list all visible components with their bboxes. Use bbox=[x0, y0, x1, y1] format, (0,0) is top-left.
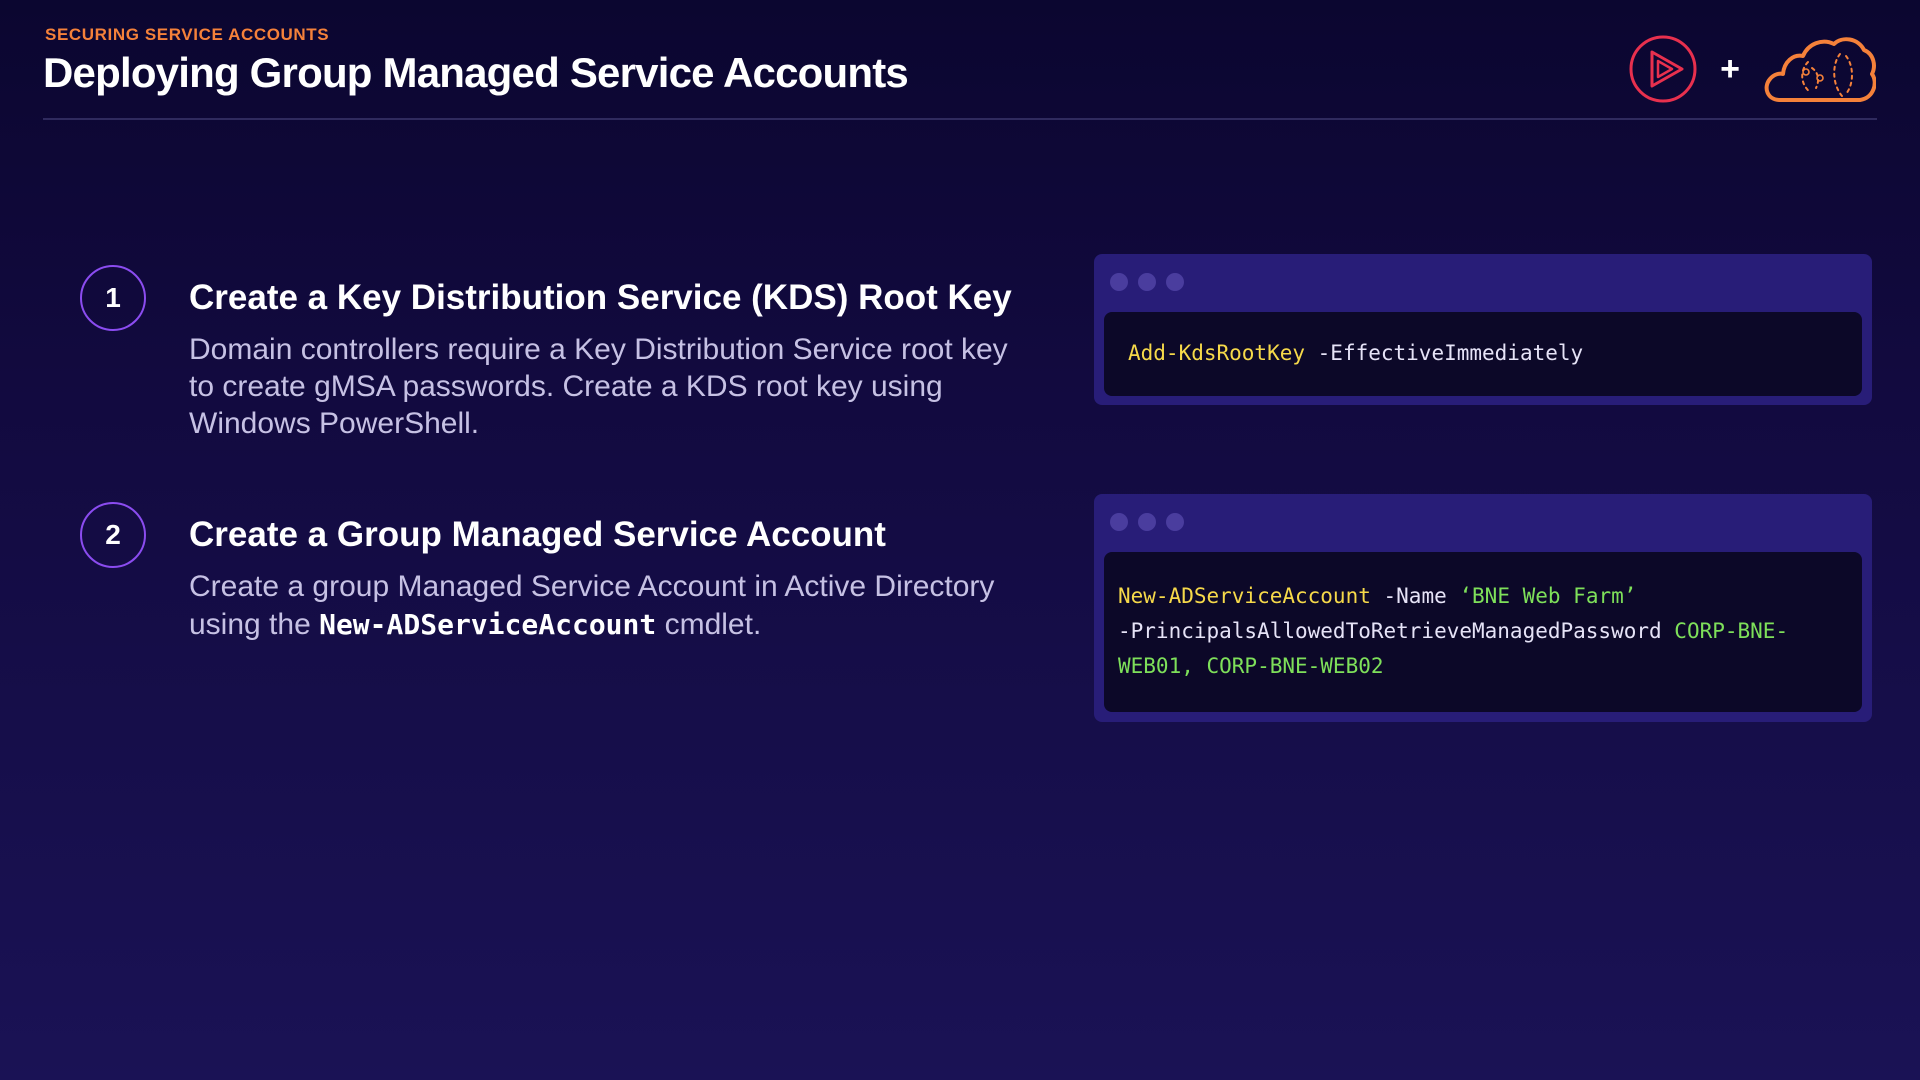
code-parameter: -Name bbox=[1370, 584, 1460, 608]
window-dot-icon bbox=[1166, 513, 1184, 531]
step-description-text: cmdlet. bbox=[656, 608, 762, 641]
window-dot-icon bbox=[1166, 273, 1184, 291]
code-snippet: Add-KdsRootKey -EffectiveImmediately bbox=[1104, 312, 1862, 396]
code-string-value: ‘BNE Web Farm’ bbox=[1459, 584, 1637, 608]
step-title: Create a Group Managed Service Account bbox=[189, 515, 886, 554]
page-title: Deploying Group Managed Service Accounts bbox=[43, 49, 909, 96]
code-snippet: New-ADServiceAccount -Name ‘BNE Web Farm… bbox=[1104, 552, 1862, 712]
step-description: Create a group Managed Service Account i… bbox=[189, 568, 1009, 644]
window-dot-icon bbox=[1110, 273, 1128, 291]
step-number-badge: 2 bbox=[80, 502, 146, 568]
window-controls bbox=[1110, 513, 1184, 531]
step-title: Create a Key Distribution Service (KDS) … bbox=[189, 278, 1012, 317]
header-divider bbox=[43, 118, 1877, 120]
window-dot-icon bbox=[1138, 273, 1156, 291]
code-cmdlet: Add-KdsRootKey bbox=[1128, 341, 1306, 365]
code-window-kds: Add-KdsRootKey -EffectiveImmediately bbox=[1094, 254, 1872, 405]
play-circle-logo-icon bbox=[1629, 35, 1697, 103]
code-cmdlet: New-ADServiceAccount bbox=[1118, 584, 1371, 608]
step-description: Domain controllers require a Key Distrib… bbox=[189, 333, 1008, 440]
section-eyebrow: SECURING SERVICE ACCOUNTS bbox=[45, 25, 330, 44]
code-parameter: -PrincipalsAllowedToRetrieveManagedPassw… bbox=[1118, 619, 1662, 643]
code-window-gmsa: New-ADServiceAccount -Name ‘BNE Web Farm… bbox=[1094, 494, 1872, 722]
step-number-badge: 1 bbox=[80, 265, 146, 331]
header-logos: + bbox=[1628, 30, 1876, 108]
logo-plus-sign: + bbox=[1720, 50, 1740, 88]
window-dot-icon bbox=[1110, 513, 1128, 531]
code-parameter: -EffectiveImmediately bbox=[1305, 341, 1584, 365]
inline-cmdlet-code: New-ADServiceAccount bbox=[319, 608, 657, 641]
cloud-logo-icon bbox=[1764, 37, 1876, 102]
window-dot-icon bbox=[1138, 513, 1156, 531]
window-controls bbox=[1110, 273, 1184, 291]
